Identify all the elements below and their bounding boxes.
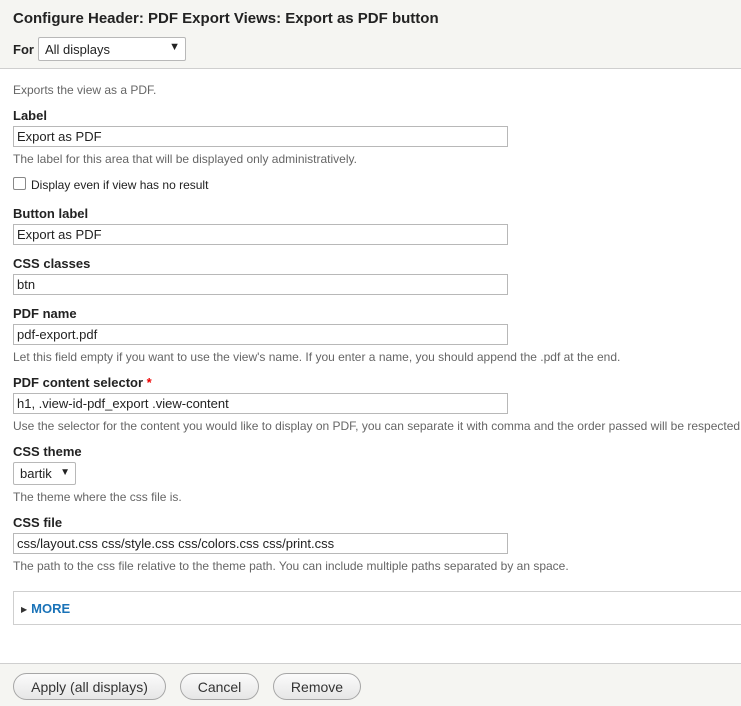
label-input[interactable]: Export as PDF: [13, 126, 508, 147]
remove-button[interactable]: Remove: [273, 673, 361, 700]
css-file-description: The path to the css file relative to the…: [13, 559, 569, 573]
apply-all-displays-button[interactable]: Apply (all displays): [13, 673, 166, 700]
pdf-content-selector-description: Use the selector for the content you wou…: [13, 419, 741, 433]
pdf-name-description: Let this field empty if you want to use …: [13, 350, 621, 364]
label-description: The label for this area that will be dis…: [13, 152, 357, 166]
dialog-header: Configure Header: PDF Export Views: Expo…: [0, 0, 741, 69]
chevron-down-icon: ▼: [169, 41, 180, 53]
more-label: MORE: [31, 601, 71, 616]
pdf-content-selector-input[interactable]: h1, .view-id-pdf_export .view-content: [13, 393, 508, 414]
css-theme-select[interactable]: bartik ▼: [13, 462, 76, 485]
more-details: ▶ MORE: [13, 591, 741, 625]
triangle-right-icon: ▶: [21, 605, 28, 614]
css-theme-title: CSS theme: [13, 444, 82, 459]
cancel-button[interactable]: Cancel: [180, 673, 259, 700]
dialog-footer: Apply (all displays) Cancel Remove: [0, 663, 741, 706]
css-theme-description: The theme where the css file is.: [13, 490, 182, 504]
display-even-empty-row[interactable]: Display even if view has no result: [13, 177, 208, 192]
pdf-name-title: PDF name: [13, 306, 77, 321]
chevron-down-icon: ▼: [60, 467, 70, 478]
required-mark: *: [146, 375, 152, 390]
form-intro: Exports the view as a PDF.: [13, 83, 157, 97]
button-label-title: Button label: [13, 206, 89, 221]
css-theme-value: bartik: [20, 466, 52, 481]
display-even-empty-checkbox[interactable]: [13, 177, 26, 190]
pdf-content-selector-title: PDF content selector *: [13, 375, 152, 390]
css-file-title: CSS file: [13, 515, 63, 530]
for-select-value: All displays: [45, 42, 111, 57]
label-field-title: Label: [13, 108, 47, 123]
pdf-content-selector-label: PDF content selector: [13, 375, 144, 390]
display-even-empty-label: Display even if view has no result: [31, 178, 209, 192]
dialog-title: Configure Header: PDF Export Views: Expo…: [13, 10, 439, 27]
button-label-input[interactable]: Export as PDF: [13, 224, 508, 245]
for-displays-select[interactable]: All displays ▼: [38, 37, 186, 61]
more-toggle[interactable]: ▶ MORE: [21, 601, 70, 616]
css-classes-input[interactable]: btn: [13, 274, 508, 295]
for-label: For: [13, 42, 34, 57]
css-file-input[interactable]: css/layout.css css/style.css css/colors.…: [13, 533, 508, 554]
css-classes-title: CSS classes: [13, 256, 91, 271]
pdf-name-input[interactable]: pdf-export.pdf: [13, 324, 508, 345]
